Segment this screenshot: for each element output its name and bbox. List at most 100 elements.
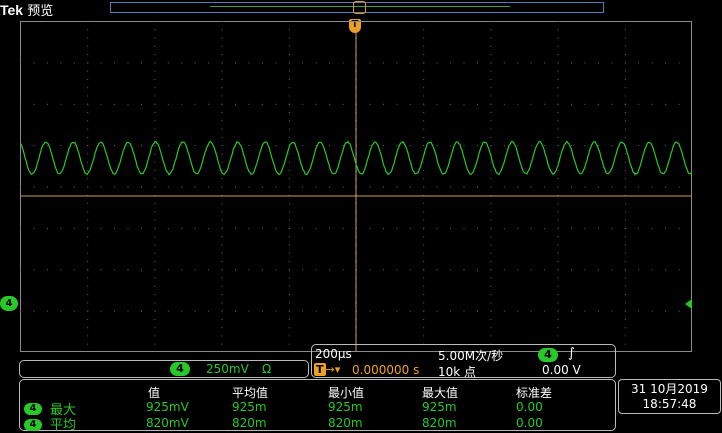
grid-dot (222, 319, 223, 320)
grid-dot (625, 129, 626, 130)
grid-dot (47, 145, 48, 146)
grid-dot (490, 38, 491, 39)
grid-dot (558, 46, 559, 47)
grid-dot (423, 104, 424, 105)
grid-dot (423, 54, 424, 55)
channel-4-ground-marker[interactable]: 4 (0, 296, 18, 311)
grid-dot (289, 153, 290, 154)
grid-dot (181, 228, 182, 229)
grid-dot (20, 269, 21, 270)
grid-dot (329, 269, 330, 270)
grid-dot (154, 54, 155, 55)
grid-dot (101, 104, 102, 105)
grid-dot (490, 137, 491, 138)
grid-dot (289, 21, 290, 22)
grid-dot (222, 129, 223, 130)
channel-termination-icon: Ω (262, 362, 271, 376)
grid-dot (490, 129, 491, 130)
grid-dot (262, 187, 263, 188)
grid-dot (652, 228, 653, 229)
grid-dot (638, 228, 639, 229)
grid-dot (490, 311, 491, 312)
grid-dot (87, 187, 88, 188)
grid-dot (477, 269, 478, 270)
grid-dot (47, 269, 48, 270)
grid-dot (289, 286, 290, 287)
grid-dot (396, 62, 397, 63)
grid-dot (289, 203, 290, 204)
grid-dot (625, 137, 626, 138)
grid-dot (168, 311, 169, 312)
grid-dot (558, 236, 559, 237)
grid-dot (87, 38, 88, 39)
grid-dot (598, 269, 599, 270)
grid-dot (249, 145, 250, 146)
grid-dot (329, 311, 330, 312)
grid-dot (558, 302, 559, 303)
grid-dot (195, 104, 196, 105)
grid-dot (625, 319, 626, 320)
grid-dot (490, 29, 491, 30)
grid-dot (652, 311, 653, 312)
header-max: 最大值 (422, 384, 458, 401)
row-max-value: 925mV (146, 400, 189, 414)
datetime-display[interactable]: 31 10月2019 18:57:48 (618, 379, 721, 414)
grid-dot (275, 104, 276, 105)
grid-dot (585, 104, 586, 105)
grid-dot (60, 311, 61, 312)
grid-dot (302, 104, 303, 105)
grid-dot (679, 311, 680, 312)
grid-dot (141, 104, 142, 105)
grid-dot (423, 335, 424, 336)
grid-dot (47, 104, 48, 105)
grid-dot (423, 211, 424, 212)
grid-dot (490, 120, 491, 121)
grid-dot (208, 269, 209, 270)
measurement-panel[interactable]: 值 平均值 最小值 最大值 标准差 4 最大 925mV 925m 925m 9… (19, 379, 616, 431)
grid-dot (423, 261, 424, 262)
grid-dot (74, 269, 75, 270)
grid-dot (289, 54, 290, 55)
grid-dot (383, 145, 384, 146)
grid-dot (74, 104, 75, 105)
vertical-scale-panel[interactable]: 4 250mV Ω (19, 360, 309, 378)
grid-dot (262, 62, 263, 63)
grid-dot (235, 104, 236, 105)
grid-dot (87, 220, 88, 221)
grid-dot (544, 311, 545, 312)
grid-dot (329, 104, 330, 105)
grid-dot (585, 145, 586, 146)
grid-dot (222, 286, 223, 287)
grid-dot (222, 96, 223, 97)
grid-dot (490, 294, 491, 295)
grid-dot (369, 62, 370, 63)
grid-dot (222, 220, 223, 221)
horizontal-trigger-panel[interactable]: 200µs 5.00M次/秒 4 ∫ T →▾ 0.000000 s 10k 点 … (311, 344, 616, 378)
grid-dot (369, 311, 370, 312)
grid-dot (625, 220, 626, 221)
grid-dot (396, 228, 397, 229)
grid-dot (249, 62, 250, 63)
grid-dot (558, 261, 559, 262)
grid-dot (423, 162, 424, 163)
grid-dot (490, 21, 491, 22)
grid-dot (289, 87, 290, 88)
grid-dot (154, 319, 155, 320)
grid-dot (154, 129, 155, 130)
grid-dot (154, 104, 155, 105)
grid-dot (571, 187, 572, 188)
grid-dot (128, 145, 129, 146)
grid-dot (558, 71, 559, 72)
grid-dot (665, 62, 666, 63)
grid-dot (222, 335, 223, 336)
grid-dot (208, 228, 209, 229)
grid-dot (329, 62, 330, 63)
grid-dot (329, 145, 330, 146)
grid-dot (316, 269, 317, 270)
grid-dot (289, 178, 290, 179)
grid-dot (490, 261, 491, 262)
grid-dot (154, 220, 155, 221)
grid-dot (87, 145, 88, 146)
grid-dot (154, 170, 155, 171)
grid-dot (289, 261, 290, 262)
